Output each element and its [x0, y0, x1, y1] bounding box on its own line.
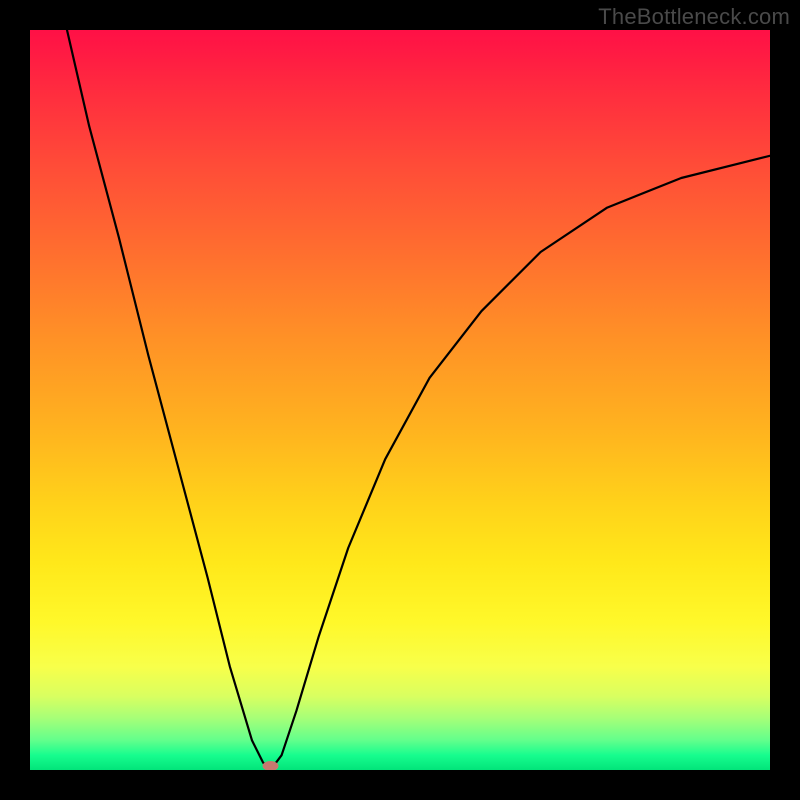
curve-layer [30, 30, 770, 770]
chart-frame: TheBottleneck.com [0, 0, 800, 800]
curve-right-branch [271, 156, 771, 770]
plot-area [30, 30, 770, 770]
curve-left-branch [67, 30, 271, 770]
watermark-text: TheBottleneck.com [598, 4, 790, 30]
